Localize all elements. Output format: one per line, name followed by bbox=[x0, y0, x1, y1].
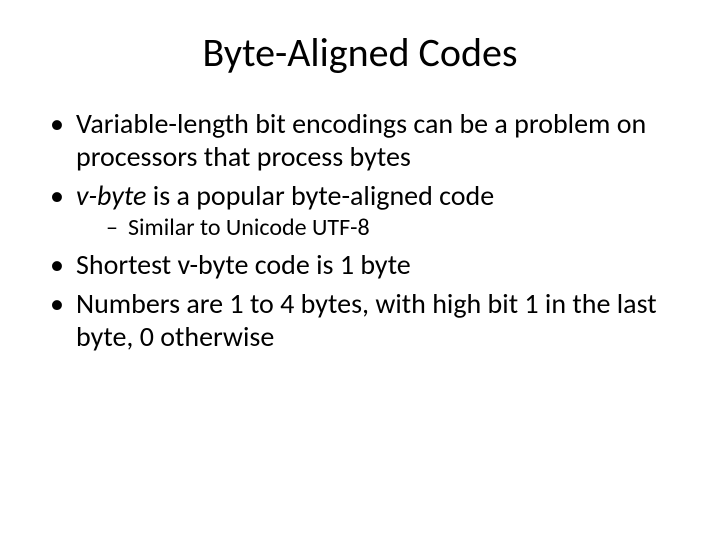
bullet-list: Variable-length bit encodings can be a p… bbox=[40, 107, 680, 354]
slide-title: Byte-Aligned Codes bbox=[40, 28, 680, 77]
bullet-text: is a popular byte-aligned code bbox=[146, 178, 494, 213]
bullet-text: Variable-length bit encodings can be a p… bbox=[76, 106, 646, 174]
bullet-text: Numbers are 1 to 4 bytes, with high bit … bbox=[76, 286, 657, 354]
bullet-item: Shortest v-byte code is 1 byte bbox=[50, 248, 680, 281]
bullet-text-italic: v-byte bbox=[76, 178, 146, 213]
bullet-text: Shortest v-byte code is 1 byte bbox=[76, 247, 411, 282]
sub-bullet-item: Similar to Unicode UTF-8 bbox=[106, 214, 680, 242]
sub-bullet-list: Similar to Unicode UTF-8 bbox=[76, 214, 680, 242]
bullet-item: Variable-length bit encodings can be a p… bbox=[50, 107, 680, 173]
sub-bullet-text: Similar to Unicode UTF-8 bbox=[128, 213, 370, 242]
bullet-item: Numbers are 1 to 4 bytes, with high bit … bbox=[50, 287, 680, 353]
slide: Byte-Aligned Codes Variable-length bit e… bbox=[0, 0, 720, 540]
bullet-item: v-byte is a popular byte-aligned code Si… bbox=[50, 179, 680, 242]
